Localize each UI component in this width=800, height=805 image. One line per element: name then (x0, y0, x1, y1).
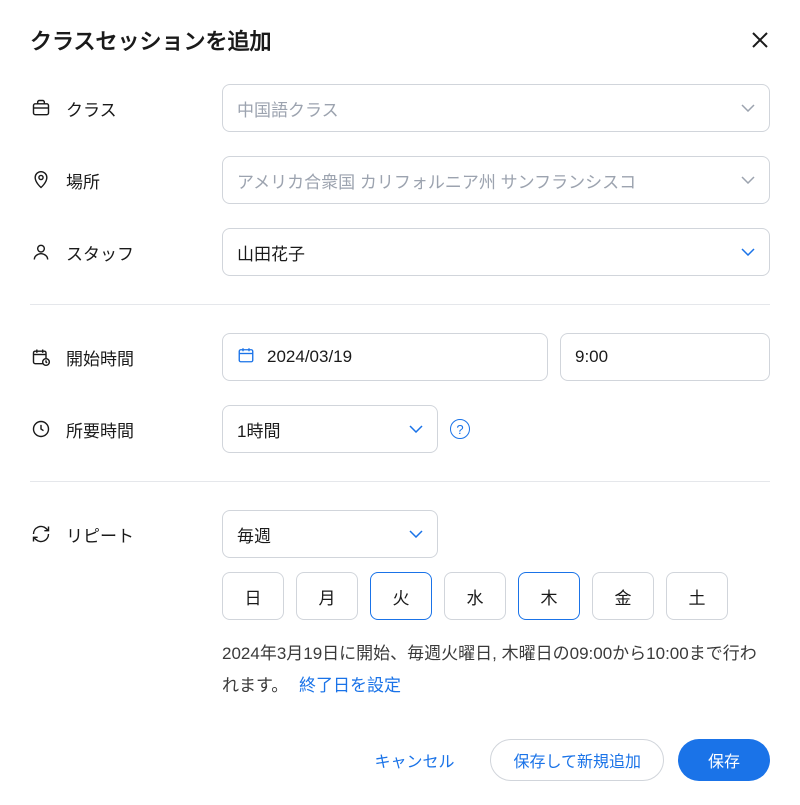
class-placeholder: 中国語クラス (237, 96, 339, 121)
day-btn-wed[interactable]: 水 (444, 572, 506, 620)
time-value: 9:00 (575, 347, 608, 367)
staff-value: 山田花子 (237, 240, 305, 265)
day-btn-sun[interactable]: 日 (222, 572, 284, 620)
chevron-down-icon (741, 104, 755, 112)
location-placeholder: アメリカ合衆国 カリフォルニア州 サンフランシスコ (237, 168, 636, 193)
close-icon[interactable] (750, 30, 770, 50)
day-btn-tue[interactable]: 火 (370, 572, 432, 620)
date-input[interactable]: 2024/03/19 (222, 333, 548, 381)
set-end-date-link[interactable]: 終了日を設定 (299, 676, 401, 695)
chevron-down-icon (409, 425, 423, 433)
chevron-down-icon (741, 176, 755, 184)
time-input[interactable]: 9:00 (560, 333, 770, 381)
date-value: 2024/03/19 (267, 347, 352, 367)
divider (30, 304, 770, 305)
repeat-icon (30, 523, 52, 545)
duration-label: 所要時間 (66, 417, 134, 442)
save-and-new-button[interactable]: 保存して新規追加 (490, 739, 664, 781)
class-label: クラス (66, 96, 117, 121)
day-btn-mon[interactable]: 月 (296, 572, 358, 620)
repeat-select[interactable]: 毎週 (222, 510, 438, 558)
day-btn-sat[interactable]: 土 (666, 572, 728, 620)
location-label: 場所 (66, 168, 100, 193)
divider (30, 481, 770, 482)
class-select[interactable]: 中国語クラス (222, 84, 770, 132)
save-button[interactable]: 保存 (678, 739, 770, 781)
clock-icon (30, 418, 52, 440)
staff-label: スタッフ (66, 240, 134, 265)
start-time-label: 開始時間 (66, 345, 134, 370)
repeat-value: 毎週 (237, 522, 271, 547)
staff-select[interactable]: 山田花子 (222, 228, 770, 276)
calendar-clock-icon (30, 346, 52, 368)
repeat-label: リピート (66, 522, 134, 547)
day-button-group: 日月火水木金土 (222, 572, 770, 620)
briefcase-icon (30, 97, 52, 119)
chevron-down-icon (409, 530, 423, 538)
cancel-button[interactable]: キャンセル (352, 739, 476, 781)
day-btn-thu[interactable]: 木 (518, 572, 580, 620)
help-icon[interactable]: ? (450, 419, 470, 439)
location-select[interactable]: アメリカ合衆国 カリフォルニア州 サンフランシスコ (222, 156, 770, 204)
calendar-icon (237, 346, 255, 369)
day-btn-fri[interactable]: 金 (592, 572, 654, 620)
duration-select[interactable]: 1時間 (222, 405, 438, 453)
duration-value: 1時間 (237, 417, 280, 442)
location-pin-icon (30, 169, 52, 191)
person-icon (30, 241, 52, 263)
chevron-down-icon (741, 248, 755, 256)
page-title: クラスセッションを追加 (30, 24, 272, 56)
repeat-summary: 2024年3月19日に開始、毎週火曜日, 木曜日の09:00から10:00まで行… (222, 638, 770, 703)
